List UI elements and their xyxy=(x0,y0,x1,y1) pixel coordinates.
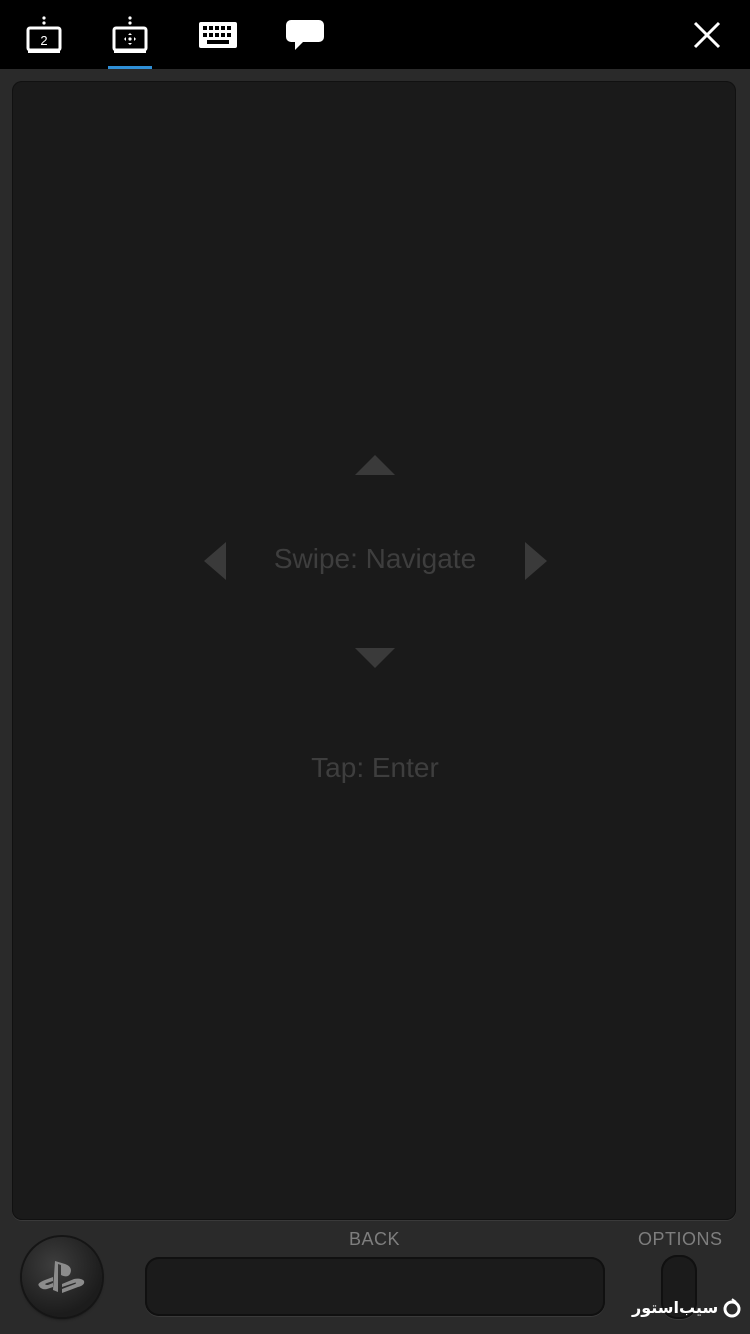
keyboard-tab[interactable] xyxy=(196,0,240,69)
back-label: BACK xyxy=(349,1229,401,1249)
close-icon xyxy=(693,21,721,49)
watermark-logo-icon xyxy=(723,1298,741,1318)
close-button[interactable] xyxy=(692,20,722,50)
second-screen-icon: 2 xyxy=(26,15,62,53)
watermark: سیب‌استور xyxy=(632,1298,742,1318)
comment-tab[interactable] xyxy=(283,0,327,69)
playstation-logo-icon xyxy=(38,1261,85,1293)
arrow-down-icon xyxy=(355,648,395,668)
swipe-hint: Swipe: Navigate xyxy=(273,543,477,574)
top-toolbar: 2 xyxy=(0,0,750,69)
back-button[interactable] xyxy=(145,1257,605,1316)
keyboard-icon xyxy=(199,21,237,48)
touchpad-icon xyxy=(112,15,148,53)
tap-hint: Tap: Enter xyxy=(311,752,439,783)
watermark-text: سیب‌استور xyxy=(632,1300,719,1317)
second-screen-badge: 2 xyxy=(40,33,47,48)
ps-button[interactable] xyxy=(22,1237,102,1317)
arrow-up-icon xyxy=(355,455,395,475)
second-screen-tab[interactable]: 2 xyxy=(22,0,66,69)
remote-control-tab[interactable] xyxy=(108,0,152,69)
speech-bubble-icon xyxy=(286,19,324,50)
options-label: OPTIONS xyxy=(638,1229,723,1249)
